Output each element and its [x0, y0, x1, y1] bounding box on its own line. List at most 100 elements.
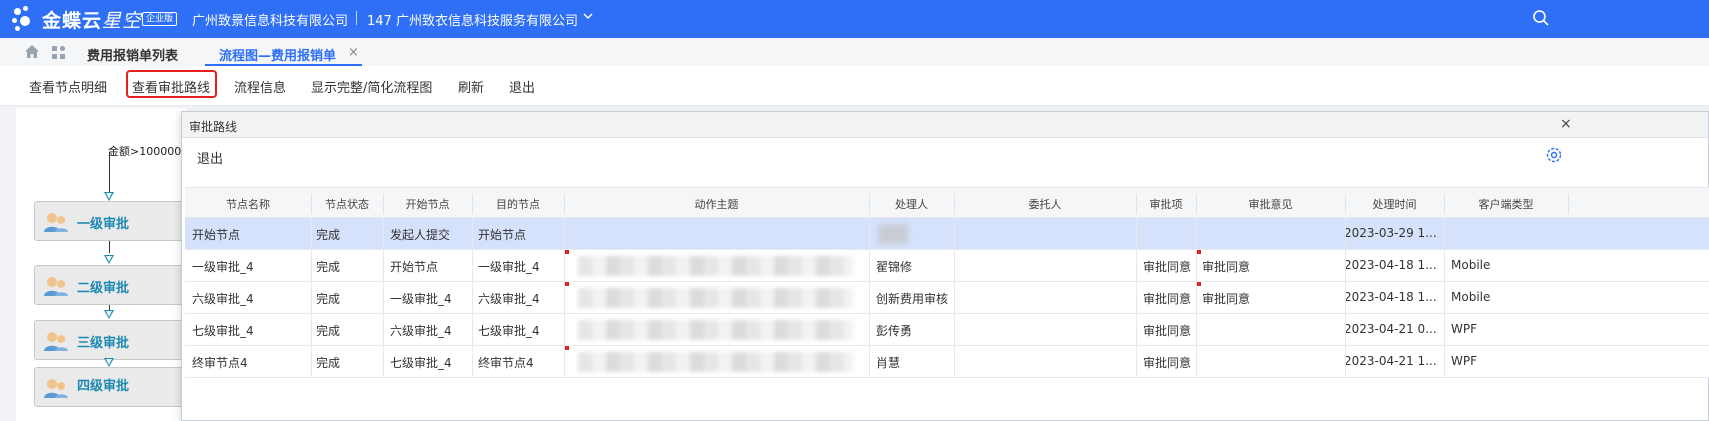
redacted-action-subject: [578, 352, 853, 372]
column-divider[interactable]: [1568, 194, 1569, 214]
cell-approval-opinion: 审批同意: [1202, 260, 1251, 274]
column-header[interactable]: 动作主题: [564, 196, 869, 212]
column-header[interactable]: 处理人: [869, 196, 954, 212]
search-icon[interactable]: [1532, 9, 1550, 27]
cell-target-node: 开始节点: [478, 228, 527, 242]
dialog-title-bar[interactable]: 审批路线 ×: [182, 112, 1708, 138]
column-header[interactable]: 审批项: [1136, 196, 1196, 212]
refresh-button[interactable]: 刷新: [458, 77, 484, 96]
cell-start-node: 六级审批_4: [390, 324, 452, 338]
cell-divider: [311, 282, 312, 314]
cell-divider: [472, 282, 473, 314]
cell-node-status: 完成: [316, 324, 341, 338]
cell-client-type: WPF: [1451, 322, 1478, 336]
cell-divider: [1136, 314, 1137, 346]
cell-divider: [1196, 218, 1197, 250]
cell-divider: [1345, 346, 1346, 378]
flow-connector: [109, 241, 110, 253]
view-approval-route-button[interactable]: 查看审批路线: [132, 77, 210, 96]
table-row[interactable]: 终审节点4 完成 七级审批_4 终审节点4 肖慧 审批同意 2023-04-21…: [185, 346, 1709, 378]
cell-divider: [869, 250, 870, 282]
tab-flowchart[interactable]: 流程图—费用报销单: [219, 45, 336, 64]
cell-client-type: Mobile: [1451, 258, 1491, 272]
chevron-down-icon[interactable]: [582, 10, 594, 25]
cell-handle-time: 2023-04-18 1...: [1344, 258, 1437, 272]
view-node-detail-button[interactable]: 查看节点明细: [29, 77, 107, 96]
column-header[interactable]: 开始节点: [383, 196, 472, 212]
cell-divider: [1196, 346, 1197, 378]
dialog-exit-button[interactable]: 退出: [197, 148, 223, 167]
users-icon: [44, 277, 68, 296]
cell-divider: [1345, 282, 1346, 314]
table-row[interactable]: 七级审批_4 完成 六级审批_4 七级审批_4 彭传勇 审批同意 2023-04…: [185, 314, 1709, 346]
cell-node-name: 一级审批_4: [192, 260, 254, 274]
org-selector[interactable]: 147 广州致衣信息科技服务有限公司: [367, 10, 578, 29]
cell-divider: [472, 250, 473, 282]
column-header[interactable]: 审批意见: [1196, 196, 1345, 212]
process-info-button[interactable]: 流程信息: [234, 77, 286, 96]
cell-divider: [383, 314, 384, 346]
cell-divider: [869, 346, 870, 378]
apps-grid-icon[interactable]: [51, 45, 66, 64]
redacted-action-subject: [578, 288, 853, 308]
cell-divider: [472, 218, 473, 250]
cell-target-node: 六级审批_4: [478, 292, 540, 306]
cell-divider: [564, 314, 565, 346]
column-header[interactable]: 节点状态: [311, 196, 383, 212]
cell-divider: [1196, 314, 1197, 346]
comment-marker: [565, 282, 569, 286]
flow-node-level2[interactable]: 二级审批: [34, 265, 194, 305]
comment-marker: [1197, 282, 1201, 286]
comment-marker: [565, 346, 569, 350]
comment-marker: [565, 250, 569, 254]
org-divider: [356, 11, 357, 25]
table-row[interactable]: 一级审批_4 完成 开始节点 一级审批_4 翟锦修 审批同意 审批同意 2023…: [185, 250, 1709, 282]
column-header[interactable]: 客户端类型: [1444, 196, 1568, 212]
cell-divider: [1345, 250, 1346, 282]
table-header: 节点名称 节点状态 开始节点 目的节点 动作主题 处理人 委托人 审批项 审批意…: [185, 187, 1709, 218]
cell-client-type: WPF: [1451, 354, 1478, 368]
home-icon[interactable]: [24, 44, 40, 63]
cell-target-node: 终审节点4: [478, 356, 534, 370]
flow-arrow-icon: [104, 255, 114, 264]
cell-node-status: 完成: [316, 260, 341, 274]
cell-divider: [383, 218, 384, 250]
gear-icon[interactable]: [1545, 146, 1563, 164]
cell-divider: [383, 282, 384, 314]
table-row[interactable]: 六级审批_4 完成 一级审批_4 六级审批_4 创新费用审核 审批同意 审批同意…: [185, 282, 1709, 314]
comment-marker: [1197, 250, 1201, 254]
cell-divider: [954, 250, 955, 282]
cell-handle-time: 2023-03-29 1...: [1344, 226, 1437, 240]
flow-node-level1[interactable]: 一级审批: [34, 201, 194, 241]
column-header[interactable]: 目的节点: [472, 196, 564, 212]
flow-node-level3[interactable]: 三级审批: [34, 320, 194, 360]
cell-divider: [1136, 218, 1137, 250]
cell-divider: [1444, 282, 1445, 314]
users-icon: [44, 213, 68, 232]
cell-divider: [1136, 282, 1137, 314]
cell-handler: 翟锦修: [876, 260, 913, 274]
tab-expense-list[interactable]: 费用报销单列表: [87, 45, 178, 64]
edition-badge: 企业版: [142, 12, 178, 26]
column-header[interactable]: 委托人: [954, 196, 1136, 212]
cell-divider: [954, 282, 955, 314]
flow-node-label: 二级审批: [77, 281, 130, 296]
company-name[interactable]: 广州致景信息科技有限公司: [192, 10, 348, 29]
cell-divider: [1444, 314, 1445, 346]
top-bar: 金蝶云星空 企业版 广州致景信息科技有限公司 147 广州致衣信息科技服务有限公…: [0, 0, 1709, 38]
cell-divider: [564, 250, 565, 282]
cell-divider: [1136, 346, 1137, 378]
close-icon[interactable]: ×: [348, 45, 359, 60]
table-row[interactable]: 开始节点 完成 发起人提交 开始节点 2023-03-29 1...: [185, 218, 1709, 250]
close-icon[interactable]: ×: [1560, 116, 1572, 132]
exit-button[interactable]: 退出: [509, 77, 535, 96]
cell-node-status: 完成: [316, 292, 341, 306]
cell-start-node: 开始节点: [390, 260, 439, 274]
column-header[interactable]: 节点名称: [185, 196, 311, 212]
cell-divider: [954, 218, 955, 250]
toggle-full-flowchart-button[interactable]: 显示完整/简化流程图: [311, 77, 432, 96]
cell-node-status: 完成: [316, 356, 341, 370]
column-header[interactable]: 处理时间: [1345, 196, 1444, 212]
cell-divider: [1345, 218, 1346, 250]
flow-node-level4[interactable]: 四级审批: [34, 367, 194, 407]
